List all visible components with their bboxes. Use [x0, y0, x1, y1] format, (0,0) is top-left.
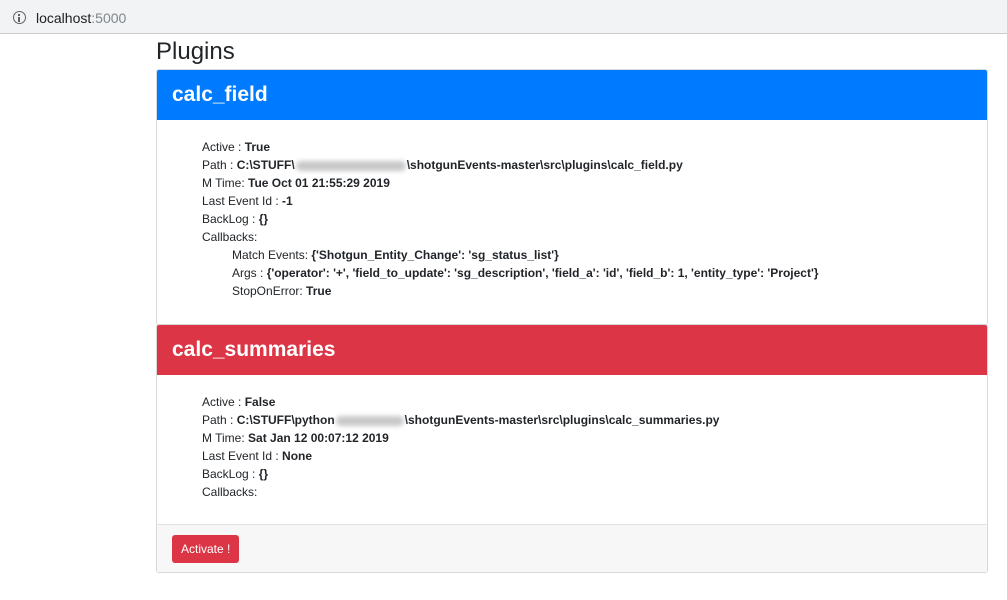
path-value-end: \shotgunEvents-master\src\plugins\calc_f…	[406, 158, 683, 172]
match-events-value: {'Shotgun_Entity_Change': 'sg_status_lis…	[311, 248, 559, 262]
url-field[interactable]: localhost:5000	[2, 2, 1007, 31]
stop-on-error-label: StopOnError:	[232, 284, 307, 298]
args-label: Args :	[232, 266, 267, 280]
info-icon[interactable]	[13, 11, 26, 24]
plugin-details: Active : True Path : C:\STUFF\ \shotgunEv…	[157, 120, 987, 300]
path-label: Path :	[202, 158, 237, 172]
callbacks-row: Callbacks:	[202, 228, 987, 246]
active-row: Active : False	[202, 393, 987, 411]
plugin-details: Active : False Path : C:\STUFF\python \sh…	[157, 375, 987, 501]
mtime-value: Sat Jan 12 00:07:12 2019	[248, 431, 389, 445]
match-events-label: Match Events:	[232, 248, 312, 262]
active-value: False	[244, 395, 276, 409]
url-text[interactable]: localhost:5000	[36, 10, 126, 26]
backlog-row: BackLog : {}	[202, 210, 987, 228]
args-row: Args : {'operator': '+', 'field_to_updat…	[202, 264, 987, 282]
mtime-label: M Time:	[202, 431, 249, 445]
mtime-row: M Time: Tue Oct 01 21:55:29 2019	[202, 174, 987, 192]
match-events-row: Match Events: {'Shotgun_Entity_Change': …	[202, 246, 987, 264]
backlog-value: {}	[258, 212, 269, 226]
plugin-header: calc_summaries	[157, 325, 987, 375]
path-label: Path :	[202, 413, 237, 427]
path-row: Path : C:\STUFF\python \shotgunEvents-mas…	[202, 411, 987, 429]
page-title: Plugins	[156, 38, 235, 65]
active-row: Active : True	[202, 138, 987, 156]
path-row: Path : C:\STUFF\ \shotgunEvents-master\sr…	[202, 156, 987, 174]
browser-address-bar: localhost:5000	[0, 0, 1007, 34]
path-value-start: C:\STUFF\python	[236, 413, 335, 427]
mtime-value: Tue Oct 01 21:55:29 2019	[248, 176, 390, 190]
backlog-label: BackLog :	[202, 212, 259, 226]
plugin-card-calc-summaries: calc_summaries Active : False Path : C:\…	[156, 324, 988, 573]
callbacks-label: Callbacks:	[202, 485, 258, 499]
backlog-value: {}	[258, 467, 269, 481]
active-value: True	[244, 140, 271, 154]
mtime-row: M Time: Sat Jan 12 00:07:12 2019	[202, 429, 987, 447]
active-label: Active :	[202, 140, 245, 154]
last-event-value: None	[282, 449, 313, 463]
redacted-path-segment	[295, 160, 406, 171]
plugin-card-calc-field: calc_field Active : True Path : C:\STUFF…	[156, 69, 988, 325]
backlog-row: BackLog : {}	[202, 465, 987, 483]
path-value-start: C:\STUFF\	[236, 158, 295, 172]
callbacks-label: Callbacks:	[202, 230, 258, 244]
mtime-label: M Time:	[202, 176, 249, 190]
stop-on-error-row: StopOnError: True	[202, 282, 987, 300]
plugin-header: calc_field	[157, 70, 987, 120]
redacted-path-segment	[335, 415, 404, 426]
active-label: Active :	[202, 395, 245, 409]
backlog-label: BackLog :	[202, 467, 259, 481]
url-port: :5000	[91, 10, 127, 26]
stop-on-error-value: True	[306, 284, 332, 298]
plugin-footer: Activate !	[157, 524, 987, 572]
callbacks-row: Callbacks:	[202, 483, 987, 501]
last-event-value: -1	[282, 194, 293, 208]
last-event-label: Last Event Id :	[202, 194, 283, 208]
last-event-label: Last Event Id :	[202, 449, 283, 463]
args-value: {'operator': '+', 'field_to_update': 'sg…	[266, 266, 819, 280]
last-event-row: Last Event Id : -1	[202, 192, 987, 210]
url-host: localhost	[36, 10, 92, 26]
last-event-row: Last Event Id : None	[202, 447, 987, 465]
activate-button[interactable]: Activate !	[172, 535, 240, 563]
path-value-end: \shotgunEvents-master\src\plugins\calc_s…	[404, 413, 720, 427]
